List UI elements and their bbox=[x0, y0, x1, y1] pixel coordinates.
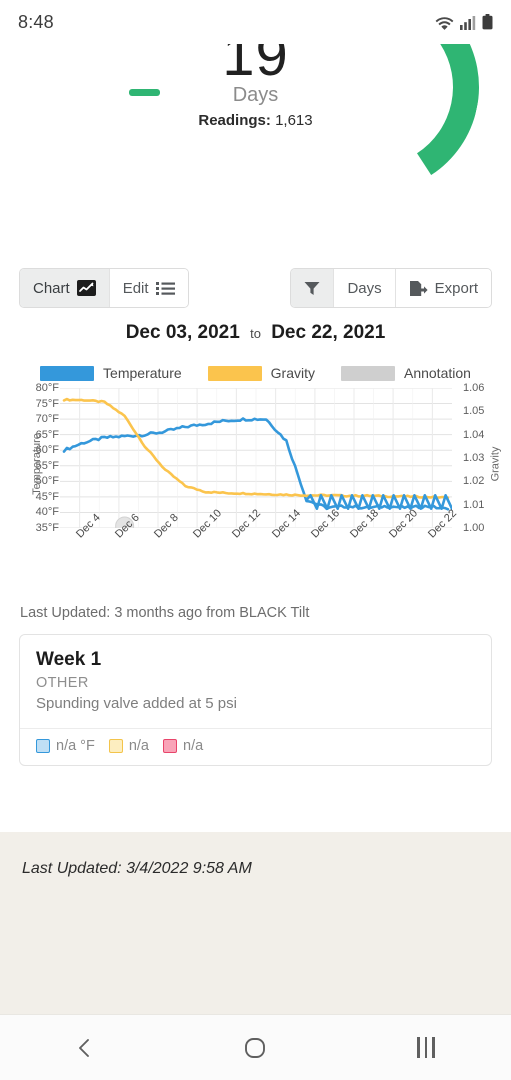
date-range-start: Dec 03, 2021 bbox=[125, 322, 240, 343]
legend-item-gravity[interactable]: Gravity bbox=[207, 365, 315, 381]
home-button[interactable] bbox=[220, 1015, 290, 1080]
chart-y-tick: 40°F bbox=[35, 506, 59, 519]
chart-actions-group: Days Export bbox=[290, 268, 492, 308]
chart-canvas bbox=[60, 388, 452, 528]
chart-y2-tick: 1.03 bbox=[463, 452, 485, 464]
status-bar: 8:48 bbox=[0, 0, 511, 44]
battery-icon bbox=[482, 14, 493, 30]
status-bar-clock: 8:48 bbox=[18, 11, 54, 32]
annotation-type: OTHER bbox=[36, 675, 89, 691]
date-range-end: Dec 22, 2021 bbox=[271, 322, 386, 343]
export-button-label: Export bbox=[434, 279, 478, 297]
export-document-icon bbox=[409, 280, 428, 297]
annotation-card-body: Week 1 OTHER Spunding valve added at 5 p… bbox=[20, 635, 491, 728]
edit-tab-button[interactable]: Edit bbox=[109, 269, 188, 307]
annotation-swatch-temperature bbox=[36, 739, 50, 753]
chart-y2-tick: 1.02 bbox=[463, 475, 485, 488]
edit-tab-label: Edit bbox=[122, 279, 149, 297]
chart-last-updated: Last Updated: 3 months ago from BLACK Ti… bbox=[20, 605, 310, 621]
gauge-readings: Readings: 1,613 bbox=[0, 112, 511, 129]
annotation-description: Spunding valve added at 5 psi bbox=[36, 695, 237, 712]
chart-legend: Temperature Gravity Annotation bbox=[0, 362, 511, 384]
chart-y2-tick: 1.06 bbox=[463, 382, 485, 394]
gauge-readings-label: Readings: bbox=[198, 112, 271, 129]
chart-y2-tick: 1.05 bbox=[463, 405, 485, 418]
legend-item-annotation[interactable]: Annotation bbox=[340, 365, 471, 381]
annotation-stat-third: n/a bbox=[163, 738, 203, 754]
legend-label-annotation: Annotation bbox=[403, 365, 471, 381]
legend-label-gravity: Gravity bbox=[270, 365, 315, 381]
annotation-stat-gravity: n/a bbox=[108, 738, 150, 754]
chart-y2-tick: 1.04 bbox=[463, 428, 485, 441]
chevron-left-icon bbox=[74, 1037, 96, 1059]
annotation-value-temperature: n/a °F bbox=[56, 738, 95, 754]
annotation-title: Week 1 bbox=[36, 649, 102, 670]
date-range[interactable]: Dec 03, 2021 to Dec 22, 2021 bbox=[0, 322, 511, 344]
legend-swatch-gravity bbox=[207, 365, 262, 381]
filter-button[interactable] bbox=[291, 269, 335, 307]
fermentation-gauge: 19 Days Readings: 1,613 bbox=[0, 44, 511, 224]
list-icon bbox=[155, 281, 175, 296]
chart-y-tick: 35°F bbox=[35, 522, 59, 534]
status-bar-icons bbox=[435, 14, 493, 30]
annotation-stats: n/a °F n/a n/a bbox=[20, 728, 491, 765]
days-button[interactable]: Days bbox=[334, 269, 396, 307]
chart-y-tick: 75°F bbox=[35, 397, 59, 410]
recents-button[interactable] bbox=[391, 1015, 461, 1080]
export-button[interactable]: Export bbox=[395, 269, 491, 307]
days-button-label: Days bbox=[347, 279, 382, 297]
chart-y-axis-title: Temperature bbox=[30, 433, 43, 495]
page-last-updated: Last Updated: 3/4/2022 9:58 AM bbox=[22, 860, 252, 877]
chart-tab-label: Chart bbox=[33, 279, 70, 297]
recents-bars-icon bbox=[417, 1037, 435, 1058]
filter-funnel-icon bbox=[304, 280, 320, 296]
chart-y-tick: 70°F bbox=[35, 413, 59, 426]
annotation-swatch-gravity bbox=[108, 739, 123, 753]
chart-toolbar: Chart Edit Days Export bbox=[0, 262, 511, 314]
chart-y2-axis-title: Gravity bbox=[489, 446, 502, 482]
wifi-icon bbox=[435, 15, 454, 30]
annotation-swatch-third bbox=[163, 739, 178, 753]
phone-screen: 8:48 19 Days Readings: 1,613 Chart Edit … bbox=[0, 0, 511, 1080]
legend-label-temperature: Temperature bbox=[103, 365, 182, 381]
chart-y2-tick: 1.00 bbox=[463, 522, 485, 534]
chart-tab-button[interactable]: Chart bbox=[20, 269, 110, 307]
gauge-readings-value: 1,613 bbox=[275, 112, 313, 129]
legend-swatch-temperature bbox=[40, 365, 95, 381]
back-button[interactable] bbox=[50, 1015, 120, 1080]
gauge-days-unit: Days bbox=[232, 84, 279, 106]
page-footer: Last Updated: 3/4/2022 9:58 AM bbox=[0, 832, 511, 1014]
view-mode-group: Chart Edit bbox=[19, 268, 189, 308]
annotation-value-third: n/a bbox=[183, 738, 204, 754]
date-range-separator: to bbox=[250, 326, 261, 341]
legend-swatch-annotation bbox=[340, 365, 395, 381]
cellular-signal-icon bbox=[460, 15, 476, 30]
chart-x-axis-labels: Dec 4 Dec 6 Dec 8 Dec 10 Dec 12 Dec 14 Dec 16 D… bbox=[60, 507, 460, 582]
fermentation-chart[interactable]: Temperature Gravity Annotation 80°F 75°F 7… bbox=[0, 362, 511, 597]
chart-y-tick: 80°F bbox=[35, 382, 59, 394]
annotation-value-gravity: n/a bbox=[128, 738, 150, 754]
annotation-card[interactable]: Week 1 OTHER Spunding valve added at 5 p… bbox=[19, 634, 492, 766]
android-nav-bar bbox=[0, 1014, 511, 1080]
circle-icon bbox=[244, 1037, 266, 1059]
chart-y2-tick: 1.01 bbox=[463, 498, 485, 511]
legend-item-temperature[interactable]: Temperature bbox=[40, 365, 182, 381]
chart-plot-area: 80°F 75°F 70°F 65°F 60°F 55°F 50°F 45°F 40°F 35°F… bbox=[0, 382, 511, 558]
gauge-days-value: 19 bbox=[222, 44, 289, 88]
annotation-stat-temperature: n/a °F bbox=[36, 738, 95, 754]
line-chart-icon bbox=[76, 280, 96, 296]
app-content-card: 19 Days Readings: 1,613 Chart Edit Days … bbox=[0, 44, 511, 832]
